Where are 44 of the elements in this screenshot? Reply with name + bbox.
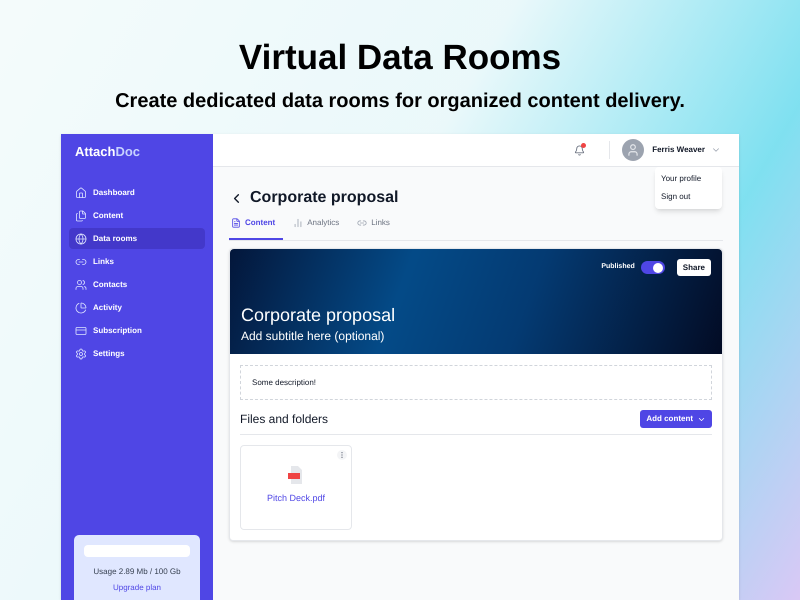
banner-subtitle: Add subtitle here (optional) — [241, 328, 386, 344]
more-icon[interactable] — [337, 450, 347, 460]
pie-chart-icon — [75, 302, 87, 314]
sidebar-item[interactable]: Data rooms — [69, 228, 205, 249]
tab[interactable]: Content — [229, 217, 284, 240]
home-icon — [75, 186, 87, 198]
upgrade-link[interactable]: Upgrade plan — [112, 582, 162, 594]
avatar[interactable] — [622, 139, 644, 161]
pdf-file-icon — [288, 466, 304, 484]
menu-item[interactable]: Your profile — [655, 170, 722, 188]
usage-text: Usage 2.89 Mb / 100 Gb — [93, 566, 181, 578]
sidebar-item[interactable]: Settings — [69, 343, 205, 364]
tab[interactable]: Analytics — [291, 217, 348, 240]
bell-icon[interactable] — [574, 144, 586, 156]
logo: AttachDoc — [74, 144, 142, 160]
bar-chart-icon — [293, 218, 304, 228]
hero-subtitle: Create dedicated data rooms for organized content delivery. — [115, 89, 685, 114]
document-icon — [231, 218, 241, 228]
share-button[interactable]: Share — [676, 259, 711, 276]
person-icon — [626, 143, 640, 157]
credit-card-icon — [75, 324, 87, 336]
users-icon — [75, 278, 87, 290]
sidebar-item[interactable]: Subscription — [69, 320, 205, 341]
page-title: Corporate proposal — [250, 188, 398, 208]
tab[interactable]: Links — [355, 217, 398, 240]
sidebar-item[interactable]: Contacts — [69, 274, 205, 295]
user-name[interactable]: Ferris Weaver — [652, 144, 705, 156]
link-icon — [357, 218, 368, 228]
menu-item[interactable]: Sign out — [655, 188, 722, 206]
banner-title: Corporate proposal — [241, 304, 396, 326]
files-heading: Files and folders — [240, 411, 328, 428]
sidebar-item[interactable]: Links — [69, 251, 205, 272]
settings-icon — [75, 348, 87, 360]
sidebar-item[interactable]: Activity — [69, 297, 205, 318]
file-card[interactable]: Pitch Deck.pdf — [240, 445, 352, 530]
sidebar-item[interactable]: Content — [69, 205, 205, 226]
file-name[interactable]: Pitch Deck.pdf — [266, 492, 326, 506]
add-content-button[interactable]: Add content — [640, 410, 712, 428]
globe-icon — [75, 232, 87, 244]
files-icon — [75, 210, 87, 222]
description-field[interactable]: Some description! — [240, 365, 712, 400]
published-toggle[interactable] — [640, 261, 665, 274]
hero-title: Virtual Data Rooms — [238, 37, 562, 79]
sidebar-item[interactable]: Dashboard — [69, 182, 205, 203]
